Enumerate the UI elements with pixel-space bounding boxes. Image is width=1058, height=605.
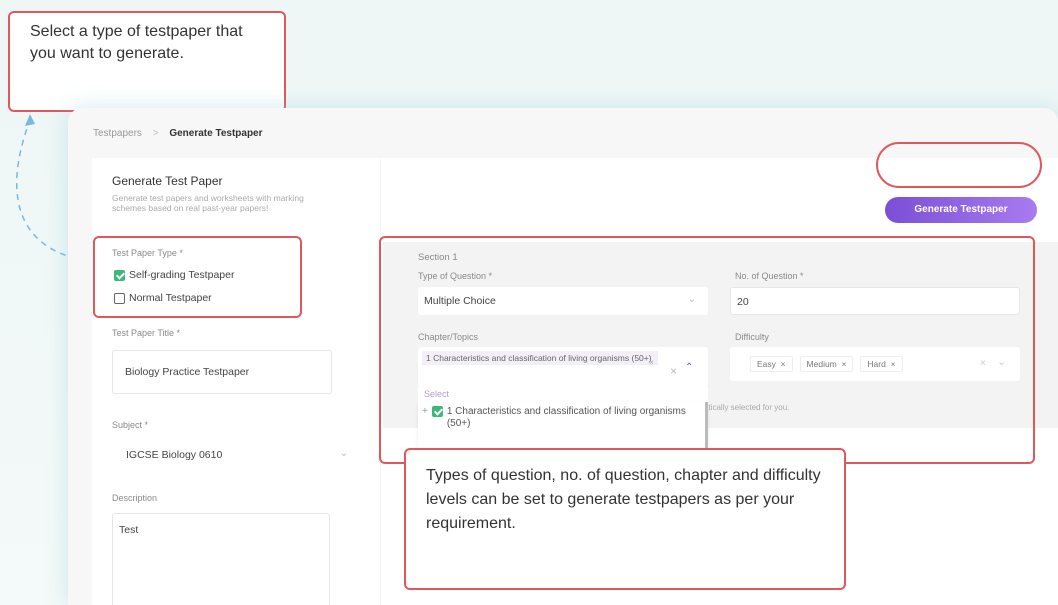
highlight-section [379,236,1035,464]
title-input[interactable]: Biology Practice Testpaper [112,350,332,394]
breadcrumb-parent[interactable]: Testpapers [93,128,142,139]
description-textarea[interactable]: Test [112,513,330,605]
callout-question-settings: Types of question, no. of question, chap… [404,448,846,590]
title-label: Test Paper Title * [112,328,181,338]
generate-testpaper-button[interactable]: Generate Testpaper [885,197,1037,223]
subject-select[interactable]: IGCSE Biology 0610 ⌄ [112,440,360,470]
subject-select-value: IGCSE Biology 0610 [126,449,223,461]
highlight-generate-button [876,142,1042,188]
panel-description: Generate test papers and worksheets with… [112,193,304,213]
subject-label: Subject * [112,420,149,430]
panel-title: Generate Test Paper [112,174,223,188]
breadcrumb: Testpapers > Generate Testpaper [93,128,263,139]
breadcrumb-current: Generate Testpaper [169,128,263,139]
callout-question-settings-text: Types of question, no. of question, chap… [426,467,821,532]
description-label: Description [112,493,158,503]
chevron-down-icon: ⌄ [339,448,348,459]
breadcrumb-separator: > [152,128,159,139]
title-input-value: Biology Practice Testpaper [125,366,250,378]
description-textarea-value: Test [119,524,139,536]
left-panel: Generate Test Paper Generate test papers… [92,158,380,605]
highlight-test-paper-type [93,236,302,318]
